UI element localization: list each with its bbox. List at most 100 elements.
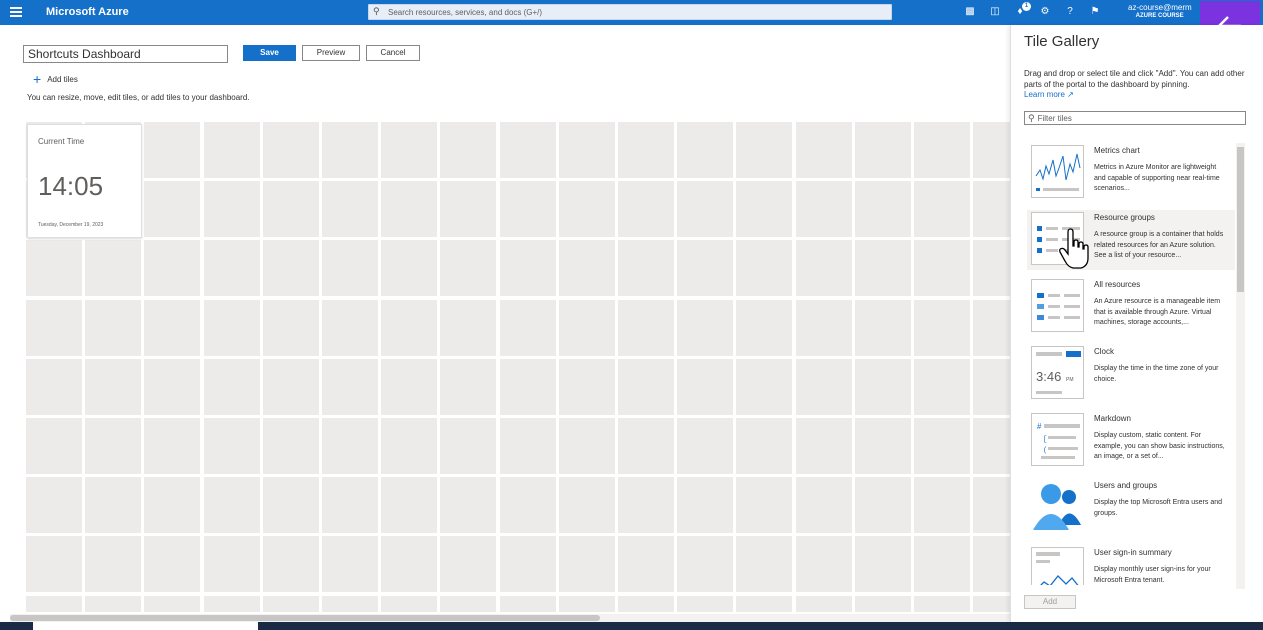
grid-cell[interactable] [85,418,142,474]
grid-cell[interactable] [262,122,319,178]
grid-cell[interactable] [262,358,319,415]
grid-cell[interactable] [736,418,793,474]
grid-cell[interactable] [440,240,497,297]
grid-cell[interactable] [203,240,260,297]
grid-cell[interactable] [440,299,497,356]
grid-cell[interactable] [677,240,734,297]
grid-cell[interactable] [322,418,378,474]
grid-cell[interactable] [499,418,556,474]
grid-cell[interactable] [558,595,615,612]
brand-title[interactable]: Microsoft Azure [46,6,129,18]
grid-cell[interactable] [736,240,793,297]
grid-cell[interactable] [736,181,793,238]
grid-cell[interactable] [322,299,378,356]
grid-cell[interactable] [618,181,674,238]
grid-cell[interactable] [854,418,911,474]
grid-cell[interactable] [144,240,201,297]
grid-cell[interactable] [322,477,378,534]
add-tiles-button[interactable]: + Add tiles [33,72,78,86]
grid-cell[interactable] [558,299,615,356]
grid-cell[interactable] [618,358,674,415]
grid-cell[interactable] [322,240,378,297]
grid-cell[interactable] [854,299,911,356]
tile-item-users-and-groups[interactable]: Users and groups Display the top Microso… [1027,478,1235,538]
grid-cell[interactable] [203,358,260,415]
grid-cell[interactable] [854,536,911,593]
grid-cell[interactable] [618,299,674,356]
grid-cell[interactable] [854,477,911,534]
grid-cell[interactable] [914,418,970,474]
grid-cell[interactable] [914,536,970,593]
notifications-icon[interactable]: ♦ 1 [1012,2,1031,19]
grid-cell[interactable] [322,358,378,415]
dashboard-title-input[interactable]: Shortcuts Dashboard [23,45,228,63]
grid-cell[interactable] [854,240,911,297]
grid-cell[interactable] [973,418,1010,474]
grid-cell[interactable] [144,477,201,534]
grid-cell[interactable] [203,122,260,178]
cloud-shell-icon[interactable]: ▩ [962,5,978,19]
grid-cell[interactable] [795,595,852,612]
grid-cell[interactable] [677,536,734,593]
grid-cell[interactable] [203,299,260,356]
grid-cell[interactable] [795,299,852,356]
grid-cell[interactable] [677,181,734,238]
grid-cell[interactable] [499,181,556,238]
grid-cell[interactable] [26,240,82,297]
directory-filter-icon[interactable]: ◫ [987,5,1003,19]
grid-cell[interactable] [973,240,1010,297]
scrollbar-thumb[interactable] [1237,147,1244,292]
grid-cell[interactable] [381,299,438,356]
grid-cell[interactable] [440,536,497,593]
grid-cell[interactable] [26,536,82,593]
grid-cell[interactable] [914,358,970,415]
grid-cell[interactable] [795,122,852,178]
grid-cell[interactable] [440,595,497,612]
grid-cell[interactable] [558,240,615,297]
grid-cell[interactable] [854,595,911,612]
grid-cell[interactable] [973,358,1010,415]
grid-cell[interactable] [677,358,734,415]
grid-cell[interactable] [973,122,1010,178]
save-button[interactable]: Save [243,45,296,61]
grid-cell[interactable] [558,536,615,593]
menu-icon[interactable] [10,7,22,17]
grid-cell[interactable] [736,477,793,534]
grid-cell[interactable] [262,299,319,356]
grid-cell[interactable] [973,477,1010,534]
grid-cell[interactable] [144,418,201,474]
grid-cell[interactable] [262,536,319,593]
grid-cell[interactable] [677,595,734,612]
preview-button[interactable]: Preview [302,45,360,61]
grid-cell[interactable] [677,122,734,178]
grid-cell[interactable] [26,358,82,415]
settings-gear-icon[interactable]: ⚙ [1037,5,1053,19]
horizontal-scrollbar[interactable] [10,614,1010,622]
grid-cell[interactable] [618,477,674,534]
grid-cell[interactable] [973,181,1010,238]
grid-cell[interactable] [85,299,142,356]
grid-cell[interactable] [381,418,438,474]
grid-cell[interactable] [85,240,142,297]
grid-cell[interactable] [144,358,201,415]
grid-cell[interactable] [85,358,142,415]
grid-cell[interactable] [736,358,793,415]
filter-tiles-input[interactable]: ⚲ Filter tiles [1024,111,1246,125]
grid-cell[interactable] [499,358,556,415]
grid-cell[interactable] [499,536,556,593]
grid-cell[interactable] [499,299,556,356]
grid-cell[interactable] [322,181,378,238]
grid-cell[interactable] [203,477,260,534]
grid-cell[interactable] [262,240,319,297]
tile-list-scrollbar[interactable] [1236,143,1245,589]
grid-cell[interactable] [440,181,497,238]
grid-cell[interactable] [558,181,615,238]
grid-cell[interactable] [381,358,438,415]
grid-cell[interactable] [381,122,438,178]
tile-item-metrics-chart[interactable]: Metrics chart Metrics in Azure Monitor a… [1027,143,1235,203]
grid-cell[interactable] [914,477,970,534]
grid-cell[interactable] [914,181,970,238]
grid-cell[interactable] [203,536,260,593]
grid-cell[interactable] [618,536,674,593]
grid-cell[interactable] [26,418,82,474]
